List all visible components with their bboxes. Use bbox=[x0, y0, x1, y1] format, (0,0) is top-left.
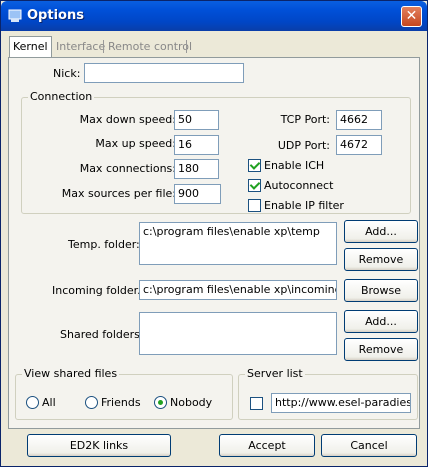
shared-folders-label: Shared folders: bbox=[60, 328, 144, 341]
incoming-folder-label: Incoming folder.: bbox=[52, 284, 145, 297]
ed2k-links-button[interactable]: ED2K links bbox=[27, 434, 171, 457]
max-sources-input[interactable]: 900 bbox=[174, 184, 221, 204]
button-bar: ED2K links Accept Cancel bbox=[1, 431, 427, 466]
browse-button[interactable]: Browse bbox=[344, 279, 418, 302]
udp-port-input[interactable]: 4672 bbox=[336, 135, 382, 155]
connection-group-title: Connection bbox=[28, 90, 95, 103]
temp-add-button[interactable]: Add... bbox=[344, 220, 418, 243]
radio-nobody-label: Nobody bbox=[170, 396, 213, 409]
radio-friends[interactable] bbox=[85, 396, 98, 409]
server-list-group: Server list http://www.esel-paradies.c bbox=[238, 367, 418, 420]
radio-friends-label: Friends bbox=[101, 396, 141, 409]
accept-button[interactable]: Accept bbox=[219, 434, 315, 457]
tab-kernel[interactable]: Kernel bbox=[9, 36, 52, 57]
ip-filter-label: Enable IP filter bbox=[264, 199, 344, 212]
udp-port-label: UDP Port: bbox=[277, 139, 330, 152]
max-down-input[interactable]: 50 bbox=[174, 110, 219, 130]
max-connections-input[interactable]: 180 bbox=[174, 159, 219, 179]
radio-nobody[interactable] bbox=[154, 396, 167, 409]
tab-separator bbox=[186, 40, 187, 53]
shared-folders-field[interactable] bbox=[139, 312, 337, 355]
server-list-title: Server list bbox=[245, 367, 305, 380]
temp-folder-field[interactable]: c:\program files\enable xp\temp bbox=[139, 222, 337, 265]
max-connections-label: Max connections: bbox=[79, 162, 176, 175]
max-down-label: Max down speed: bbox=[79, 113, 176, 126]
window-title: Options bbox=[27, 8, 84, 23]
close-icon: ✕ bbox=[405, 8, 418, 24]
autoconnect-label: Autoconnect bbox=[264, 179, 334, 192]
tcp-port-input[interactable]: 4662 bbox=[336, 110, 382, 130]
server-list-checkbox[interactable] bbox=[250, 397, 263, 410]
server-list-url-input[interactable]: http://www.esel-paradies.c bbox=[271, 393, 411, 413]
ip-filter-checkbox[interactable] bbox=[248, 199, 261, 212]
shared-remove-button[interactable]: Remove bbox=[344, 338, 418, 361]
incoming-folder-input[interactable]: c:\program files\enable xp\incoming bbox=[139, 280, 337, 300]
enable-ich-label: Enable ICH bbox=[264, 159, 325, 172]
shared-add-button[interactable]: Add... bbox=[344, 310, 418, 333]
autoconnect-checkbox[interactable] bbox=[248, 179, 261, 192]
app-icon bbox=[8, 9, 22, 22]
connection-group: Connection Max down speed: 50 Max up spe… bbox=[21, 90, 411, 214]
title-bar[interactable]: Options ✕ bbox=[1, 1, 427, 31]
view-shared-title: View shared files bbox=[22, 367, 120, 380]
nick-input[interactable] bbox=[84, 63, 244, 83]
temp-folder-label: Temp. folder: bbox=[68, 238, 140, 251]
tab-separator bbox=[103, 40, 104, 53]
cancel-button[interactable]: Cancel bbox=[321, 434, 417, 457]
tab-remote-control[interactable]: Remote control bbox=[105, 37, 195, 56]
nick-label: Nick: bbox=[53, 67, 81, 80]
enable-ich-checkbox[interactable] bbox=[248, 159, 261, 172]
close-button[interactable]: ✕ bbox=[401, 6, 422, 27]
kernel-panel: Nick: Connection Max down speed: 50 Max … bbox=[8, 57, 420, 429]
max-sources-label: Max sources per file: bbox=[61, 187, 176, 200]
temp-remove-button[interactable]: Remove bbox=[344, 248, 418, 271]
radio-all[interactable] bbox=[26, 396, 39, 409]
max-up-label: Max up speed: bbox=[95, 137, 176, 150]
view-shared-group: View shared files All Friends Nobody bbox=[15, 367, 233, 420]
tab-interface[interactable]: Interface bbox=[53, 37, 108, 56]
options-window: Options ✕ Kernel Interface Remote contro… bbox=[0, 0, 428, 467]
tcp-port-label: TCP Port: bbox=[280, 113, 330, 126]
radio-all-label: All bbox=[42, 396, 56, 409]
max-up-input[interactable]: 16 bbox=[174, 135, 219, 155]
